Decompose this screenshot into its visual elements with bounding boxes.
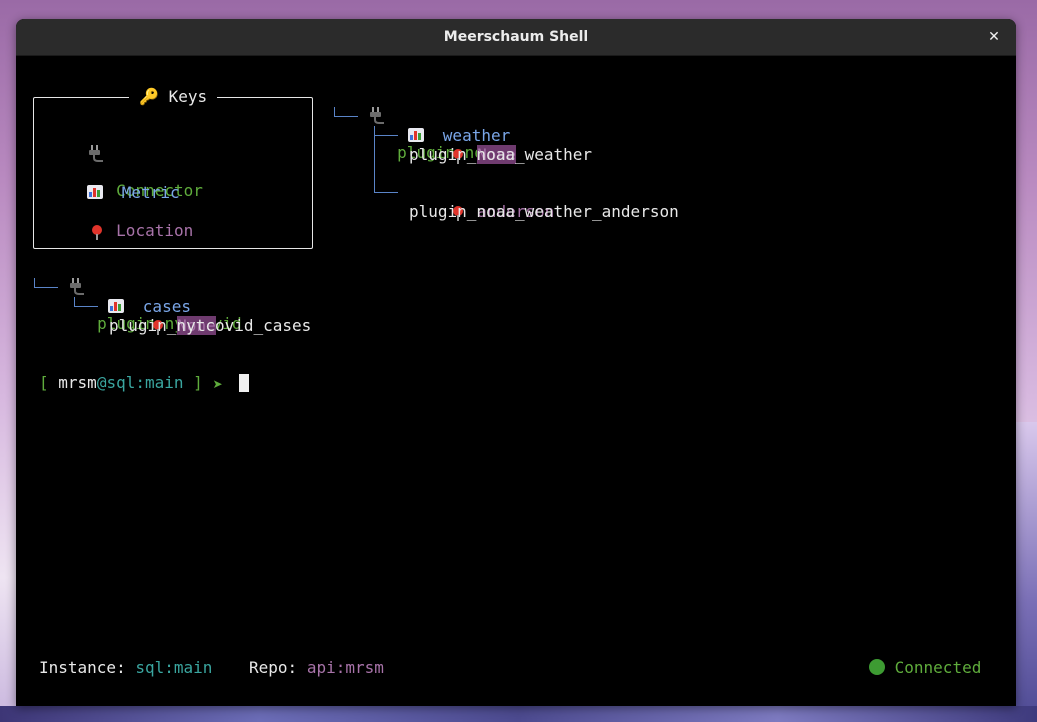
status-dot-icon xyxy=(869,659,885,675)
pipe-noaa-weather[interactable]: plugin_noaa_weather xyxy=(409,145,592,164)
legend-metric-label: Metric xyxy=(121,183,180,202)
keys-legend-title: 🔑 Keys xyxy=(129,87,218,106)
status-instance: Instance: sql:main xyxy=(39,658,212,677)
pin-icon xyxy=(87,221,107,240)
tree-branch xyxy=(74,306,98,307)
prompt-user: mrsm xyxy=(58,373,97,392)
connection-status-label: Connected xyxy=(894,658,982,677)
title-bar: Meerschaum Shell ✕ xyxy=(16,19,1016,56)
prompt-arrow-icon: ➤ xyxy=(212,377,223,391)
shell-prompt[interactable]: [ mrsm@sql:main ] ➤ xyxy=(39,373,223,394)
repo-value: api:mrsm xyxy=(306,658,384,677)
window-title: Meerschaum Shell xyxy=(443,29,589,45)
tree-branch xyxy=(374,126,375,193)
tree-branch xyxy=(34,287,58,288)
instance-value: sql:main xyxy=(135,658,213,677)
text-cursor[interactable] xyxy=(239,374,249,392)
pipe-label: plugin_noaa_weather xyxy=(409,145,593,164)
prompt-instance: @sql:main xyxy=(96,373,184,392)
connection-status: Connected xyxy=(869,658,981,677)
pipe-label: plugin_nytcovid_cases xyxy=(109,316,312,335)
tree-branch xyxy=(374,192,398,193)
pipe-noaa-weather-anderson[interactable]: plugin_noaa_weather_anderson xyxy=(409,202,679,221)
close-icon: ✕ xyxy=(988,29,1000,45)
terminal-window: Meerschaum Shell ✕ 🔑 Keys Connector Metr… xyxy=(16,19,1016,706)
status-repo: Repo: api:mrsm xyxy=(249,658,384,677)
instance-label: Instance: xyxy=(39,658,126,677)
legend-location: Location xyxy=(48,202,193,259)
prompt-close-bracket: ] xyxy=(193,373,203,392)
bar-chart-icon xyxy=(86,185,103,199)
plug-icon xyxy=(87,145,107,162)
keys-title-text: Keys xyxy=(168,87,208,106)
tree-branch xyxy=(374,135,398,136)
pipe-label: plugin_noaa_weather_anderson xyxy=(409,202,679,221)
pipe-nytcovid-cases[interactable]: plugin_nytcovid_cases xyxy=(109,316,311,335)
prompt-open-bracket: [ xyxy=(39,373,49,392)
legend-location-label: Location xyxy=(116,221,194,240)
background-decoration-bottom xyxy=(0,706,1037,722)
repo-label: Repo: xyxy=(249,658,298,677)
key-icon: 🔑 xyxy=(139,87,159,106)
close-button[interactable]: ✕ xyxy=(984,27,1004,47)
tree-branch xyxy=(334,116,358,117)
